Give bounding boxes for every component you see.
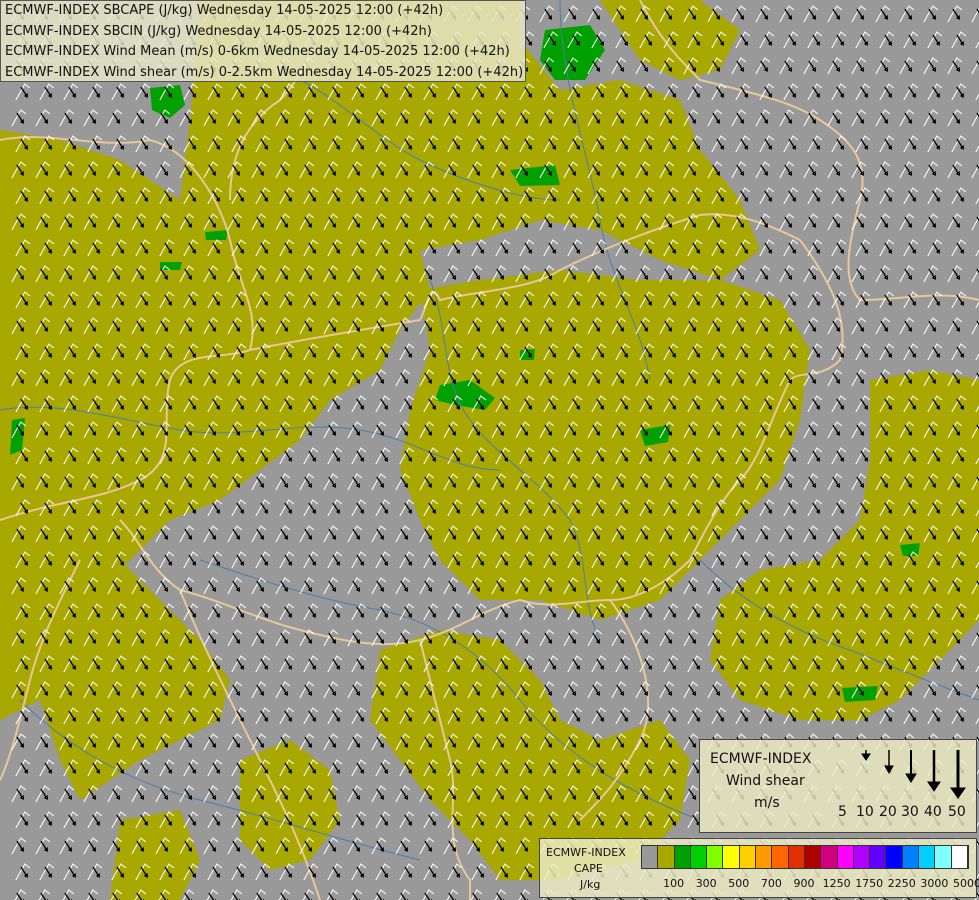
cape-swatch	[935, 846, 952, 868]
cape-swatch	[804, 846, 822, 868]
shear-legend-name: Wind shear	[726, 773, 805, 789]
cape-legend-name: CAPE	[574, 862, 603, 875]
cape-swatch	[739, 846, 757, 868]
shear-legend-tick: 10	[856, 804, 874, 820]
cape-legend-model: ECMWF-INDEX	[546, 846, 626, 859]
cape-swatch	[690, 846, 708, 868]
shear-legend-tick: 20	[879, 804, 897, 820]
cape-swatch	[707, 846, 724, 868]
cape-swatch	[756, 846, 773, 868]
cape-swatch	[853, 846, 871, 868]
cape-scale-label: 700	[760, 877, 782, 890]
cape-scale-label: 1250	[822, 877, 851, 890]
cape-scale-label: 1750	[855, 877, 884, 890]
cape-swatch	[837, 846, 854, 868]
cape-legend: ECMWF-INDEX CAPE J/kg 100 300 500 700 900 125…	[539, 838, 979, 898]
cape-scale-label: 900	[793, 877, 815, 890]
title-sbcape: ECMWF-INDEX SBCAPE (J/kg) Wednesday 14-0…	[5, 3, 444, 18]
cape-swatch	[772, 846, 789, 868]
shear-legend-tick: 30	[901, 804, 919, 820]
cape-swatch	[674, 846, 691, 868]
title-wind-shear: ECMWF-INDEX Wind shear (m/s) 0-2.5km Wed…	[5, 64, 524, 80]
shear-legend-tick: 5	[838, 804, 847, 820]
cape-scale-label: 5000	[953, 877, 979, 890]
cape-swatch	[658, 846, 675, 868]
cape-swatch	[870, 846, 887, 868]
map-title-box: ECMWF-INDEX SBCAPE (J/kg) Wednesday 14-0…	[0, 0, 526, 82]
shear-legend-model: ECMWF-INDEX	[710, 751, 812, 767]
shear-legend-unit: m/s	[754, 795, 780, 811]
title-wind-mean: ECMWF-INDEX Wind Mean (m/s) 0-6km Wednes…	[5, 44, 510, 59]
cape-swatch	[902, 846, 920, 868]
cape-scale-label: 300	[695, 877, 717, 890]
cape-swatch	[642, 846, 659, 868]
cape-scale-label: 2250	[887, 877, 916, 890]
cape-color-scale	[641, 845, 969, 869]
cape-legend-unit: J/kg	[580, 878, 601, 891]
shear-legend-tick: 50	[948, 804, 966, 820]
cape-swatch	[723, 846, 740, 868]
cape-swatch	[951, 846, 968, 868]
wind-shear-legend: ECMWF-INDEX Wind shear m/s 5 10 20 30 40…	[699, 739, 977, 833]
cape-scale-label: 3000	[920, 877, 949, 890]
shear-legend-tick: 40	[924, 804, 942, 820]
cape-swatch	[788, 846, 805, 868]
cape-swatch	[919, 846, 936, 868]
cape-swatch	[821, 846, 838, 868]
cape-scale-label: 100	[663, 877, 685, 890]
title-sbcin: ECMWF-INDEX SBCIN (J/kg) Wednesday 14-05…	[5, 23, 432, 39]
cape-swatch	[886, 846, 903, 868]
cape-scale-label: 500	[728, 877, 750, 890]
